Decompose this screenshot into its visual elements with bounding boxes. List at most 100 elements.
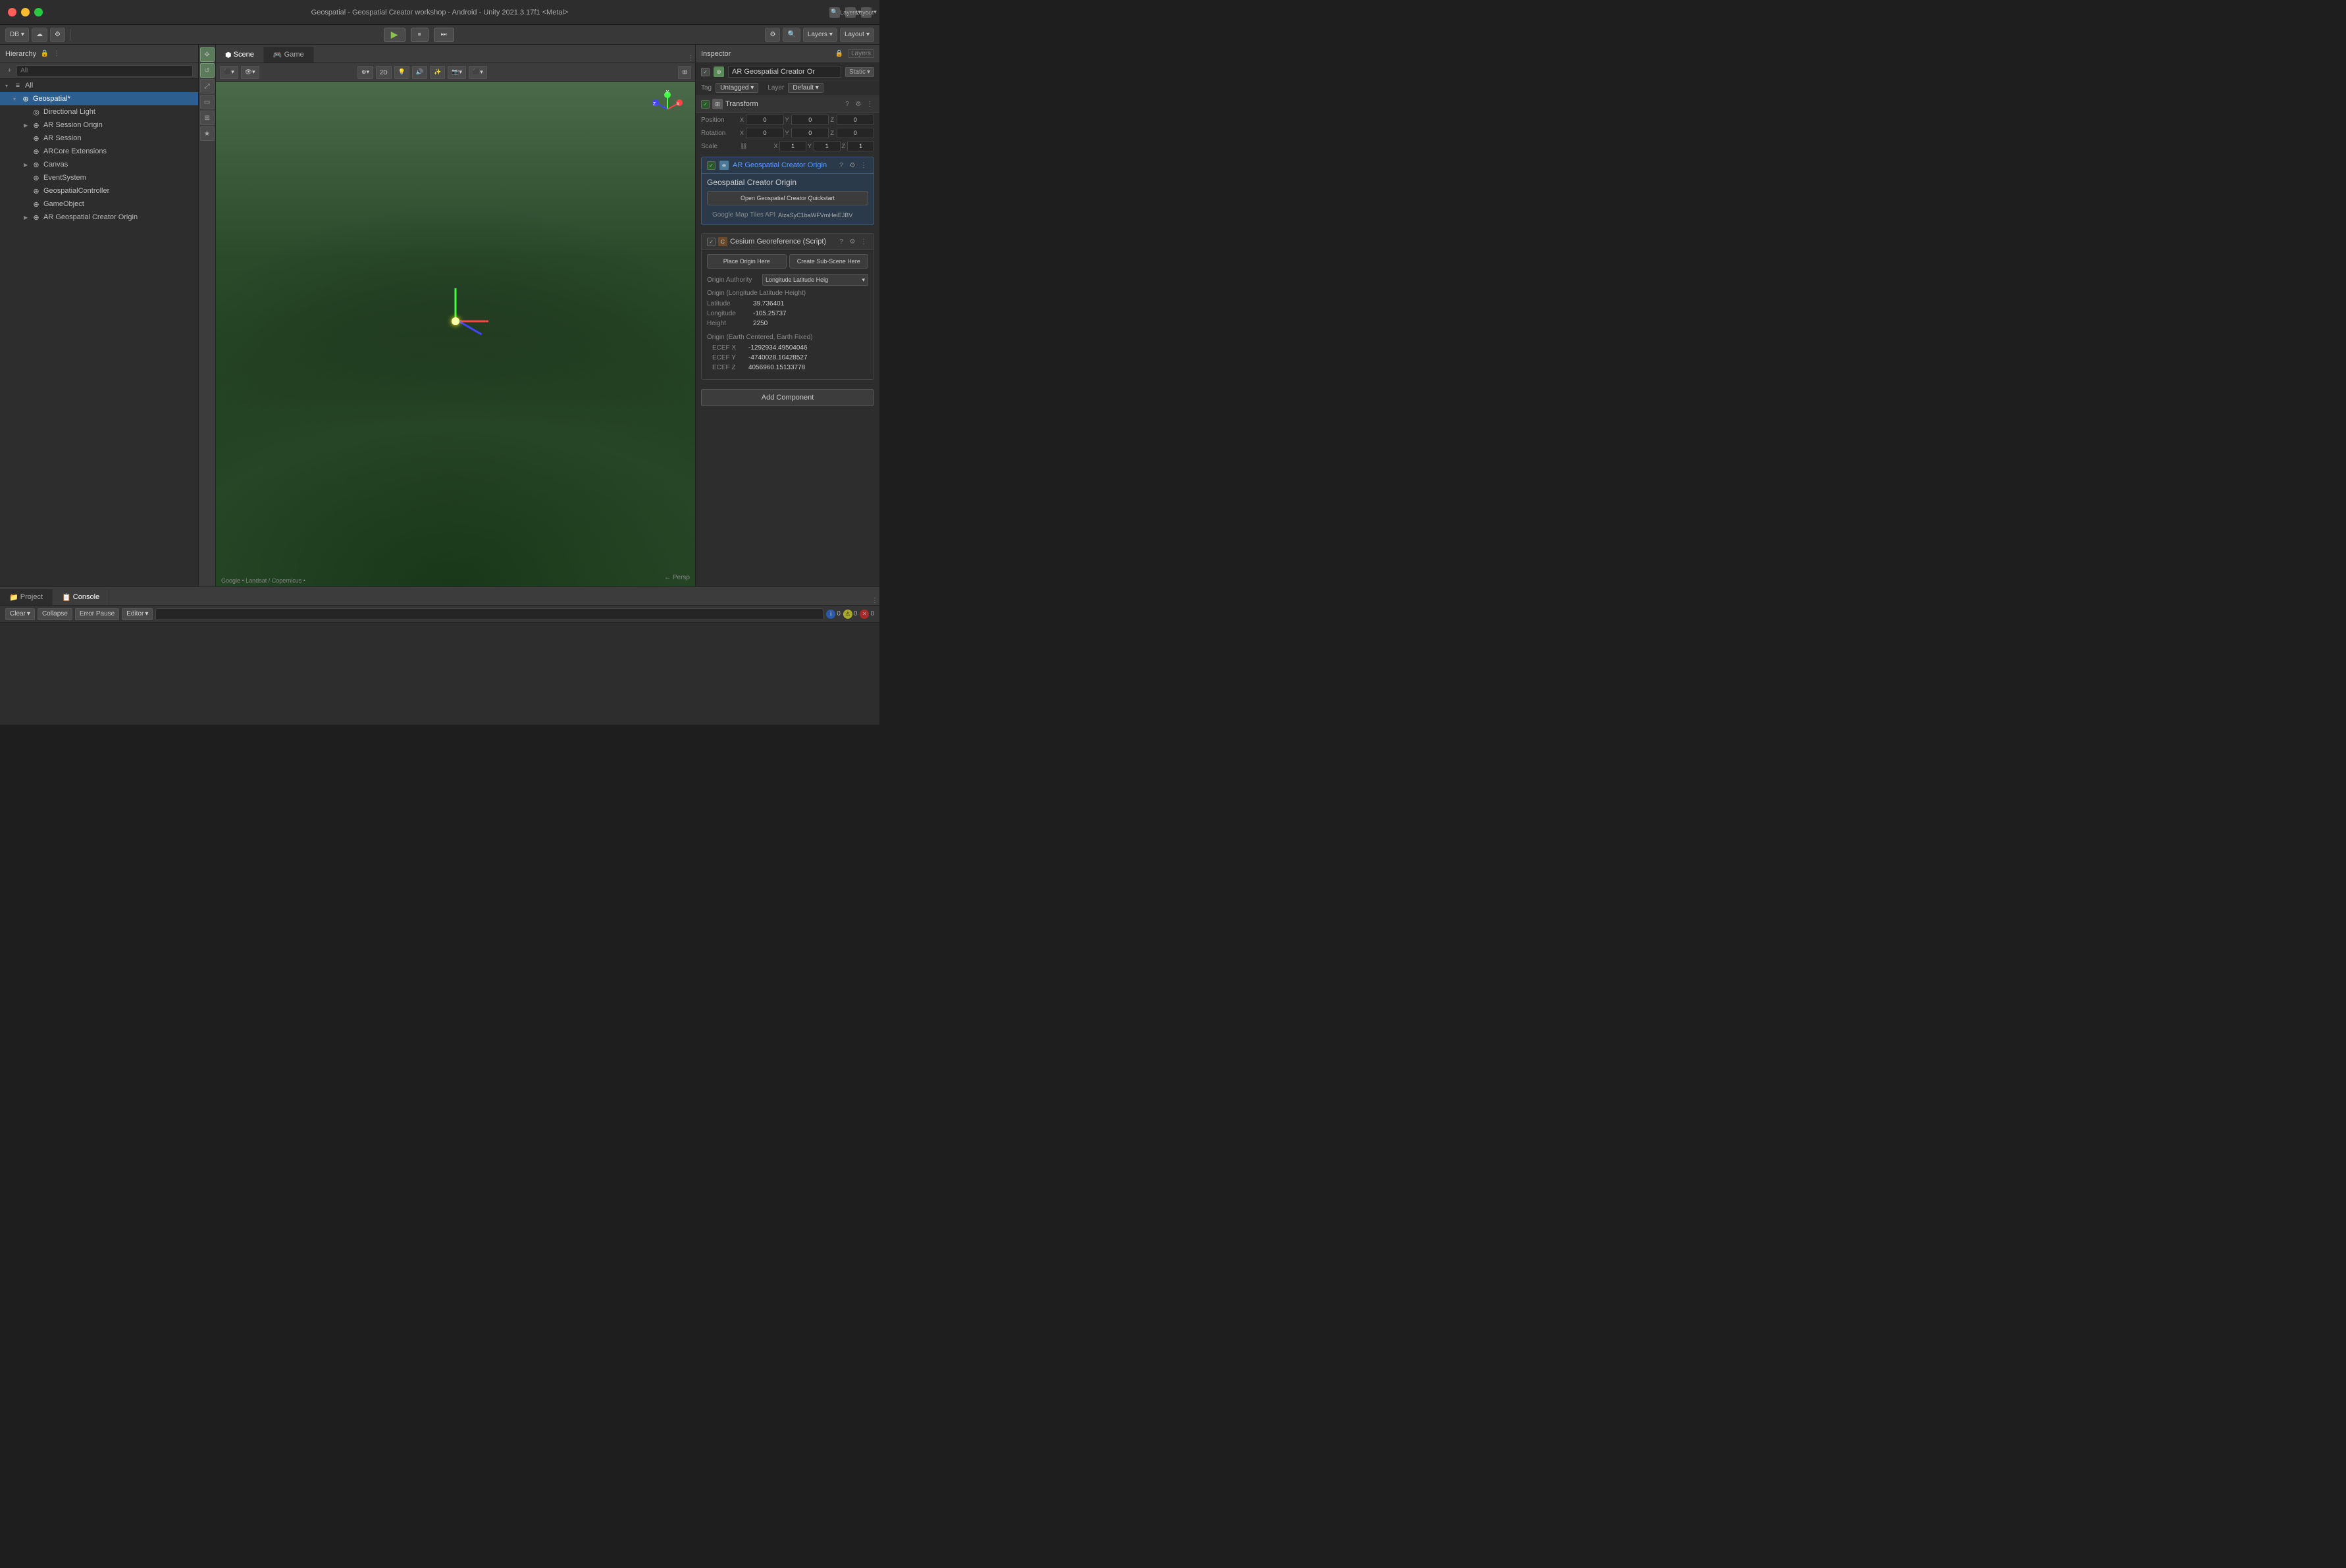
scale-z-input[interactable] [847, 141, 874, 151]
play-button[interactable]: ▶ [384, 28, 405, 42]
inspector-lock-icon[interactable]: 🔒 [835, 49, 844, 59]
pos-z-input[interactable] [837, 115, 874, 125]
close-button[interactable] [8, 8, 16, 16]
geo-checkbox[interactable]: ✓ [707, 161, 716, 170]
search-toolbar-button[interactable]: 🔍 [783, 28, 800, 42]
viewport-fx-button[interactable]: ✨ [430, 66, 445, 79]
tag-dropdown[interactable]: Untagged ▾ [716, 83, 758, 93]
viewport-shading-button[interactable]: ⬛▾ [220, 66, 238, 79]
tree-item-canvas[interactable]: ▶ ⊕ Canvas [0, 158, 198, 171]
step-button[interactable]: ⏭ [434, 28, 454, 42]
geo-info-icon[interactable]: ? [837, 161, 846, 170]
rect-tool-button[interactable]: ▭ [200, 95, 215, 109]
layers-toolbar-button[interactable]: Layers ▾ [803, 28, 837, 42]
open-quickstart-button[interactable]: Open Geospatial Creator Quickstart [707, 191, 868, 205]
tree-item-gameobject[interactable]: ⊕ GameObject [0, 197, 198, 211]
clear-button[interactable]: Clear ▾ [5, 608, 35, 620]
cesium-info-icon[interactable]: ? [837, 237, 846, 246]
transform-info-icon[interactable]: ? [843, 99, 852, 109]
tree-item-geospatial[interactable]: ▾ ⊕ Geospatial* [0, 92, 198, 105]
hierarchy-search-input[interactable] [16, 65, 193, 77]
custom-tool-button[interactable]: ★ [200, 126, 215, 141]
hierarchy-lock-icon[interactable]: 🔒 [40, 49, 49, 59]
static-badge[interactable]: Static ▾ [845, 67, 874, 77]
layers-button[interactable]: Layers ▾ [845, 7, 856, 18]
tree-item-event-system[interactable]: ⊕ EventSystem [0, 171, 198, 184]
object-name-input[interactable] [728, 66, 841, 78]
layout-button[interactable]: Layout ▾ [861, 7, 872, 18]
viewport-more-icon[interactable]: ⋮ [686, 53, 695, 63]
layers-tab-button[interactable]: Layers [848, 49, 874, 58]
scale-y-input[interactable] [814, 141, 841, 151]
tree-item-directional-light[interactable]: ◎ Directional Light [0, 105, 198, 118]
scale-x-input[interactable] [779, 141, 806, 151]
collab-button[interactable]: ⚙ [765, 28, 780, 42]
geo-more-icon[interactable]: ⋮ [859, 161, 868, 170]
warn-badge: ⚠ 0 [843, 610, 858, 619]
collapse-button[interactable]: Collapse [38, 608, 72, 620]
console-tab[interactable]: 📋 Console [53, 589, 109, 605]
console-search-input[interactable] [155, 608, 823, 620]
geo-settings-icon[interactable]: ⚙ [848, 161, 857, 170]
console-more-icon[interactable]: ⋮ [870, 596, 879, 605]
tree-item-arcore-ext[interactable]: ⊕ ARCore Extensions [0, 145, 198, 158]
scene-viewport[interactable]: X Y Z Google • Landsat / Copernicus • ← … [216, 82, 695, 587]
create-sub-scene-button[interactable]: Create Sub-Scene Here [789, 254, 869, 269]
viewport-grid-button[interactable]: ⊞ [678, 66, 691, 79]
tree-item-ar-geo-origin[interactable]: ▶ ⊕ AR Geospatial Creator Origin [0, 211, 198, 224]
geo-body: Geospatial Creator Origin Open Geospatia… [702, 174, 873, 224]
tree-item-ar-session[interactable]: ⊕ AR Session [0, 132, 198, 145]
viewport-camera-button[interactable]: 📷▾ [448, 66, 466, 79]
hierarchy-more-icon[interactable]: ⋮ [52, 49, 61, 59]
rot-y-input[interactable] [791, 128, 829, 138]
ecef-section: Origin (Earth Centered, Earth Fixed) ECE… [707, 331, 868, 375]
cloud-button[interactable]: ☁ [32, 28, 47, 42]
transform-more-icon[interactable]: ⋮ [865, 99, 874, 109]
transform-checkbox[interactable]: ✓ [701, 100, 710, 109]
add-component-button[interactable]: Add Component [701, 389, 874, 406]
viewport-overlay-button[interactable]: 👁▾ [241, 66, 259, 79]
move-tool-button[interactable]: ✥ [200, 47, 215, 62]
transform-settings-icon[interactable]: ⚙ [854, 99, 863, 109]
tree-item-all[interactable]: ▾ ≡ All [0, 79, 198, 92]
cesium-checkbox[interactable]: ✓ [707, 238, 716, 246]
minimize-button[interactable] [21, 8, 30, 16]
viewport-gizmo-button[interactable]: ⊕▾ [357, 66, 373, 79]
scale-tool-button[interactable]: ⤢ [200, 79, 215, 93]
scene-tab[interactable]: ⬢ Scene [216, 47, 264, 63]
tree-item-ar-session-origin[interactable]: ▶ ⊕ AR Session Origin [0, 118, 198, 132]
scene-orientation-gizmo[interactable]: X Y Z [648, 90, 687, 129]
project-tab[interactable]: 📁 Project [0, 589, 53, 605]
viewport-light-button[interactable]: 💡 [394, 66, 409, 79]
place-origin-button[interactable]: Place Origin Here [707, 254, 787, 269]
layer-dropdown[interactable]: Default ▾ [788, 83, 823, 93]
hierarchy-add-icon[interactable]: + [5, 66, 14, 76]
editor-button[interactable]: Editor ▾ [122, 608, 153, 620]
viewport-audio-button[interactable]: 🔊 [412, 66, 427, 79]
rot-x-input[interactable] [746, 128, 783, 138]
object-active-checkbox[interactable]: ✓ [701, 68, 710, 76]
game-tab[interactable]: 🎮 Game [264, 47, 314, 63]
pos-x-input[interactable] [746, 115, 783, 125]
rot-z-input[interactable] [837, 128, 874, 138]
rotate-tool-button[interactable]: ↺ [200, 63, 215, 78]
svg-text:X: X [677, 102, 680, 107]
transform-tool-button[interactable]: ⊞ [200, 111, 215, 125]
origin-authority-dropdown[interactable]: Longitude Latitude Heig ▾ [762, 274, 868, 286]
layout-toolbar-button[interactable]: Layout ▾ [840, 28, 874, 42]
transform-header[interactable]: ✓ ⊞ Transform ? ⚙ ⋮ [696, 95, 879, 113]
db-button[interactable]: DB ▾ [5, 28, 29, 42]
cesium-more-icon[interactable]: ⋮ [859, 237, 868, 246]
pause-button[interactable]: ⏸ [411, 28, 429, 42]
error-pause-button[interactable]: Error Pause [75, 608, 119, 620]
cesium-settings-icon[interactable]: ⚙ [848, 237, 857, 246]
settings-button[interactable]: ⚙ [50, 28, 65, 42]
search-icon[interactable]: 🔍 [829, 7, 840, 18]
tree-item-geospatial-controller[interactable]: ⊕ GeospatialController [0, 184, 198, 197]
maximize-button[interactable] [34, 8, 43, 16]
cesium-icon: C [718, 237, 727, 246]
viewport-render-button[interactable]: ⬛▾ [469, 66, 487, 79]
viewport-2d-button[interactable]: 2D [376, 66, 392, 79]
pos-y-input[interactable] [791, 115, 829, 125]
scale-lock-icon[interactable]: ⛓ [740, 143, 747, 150]
